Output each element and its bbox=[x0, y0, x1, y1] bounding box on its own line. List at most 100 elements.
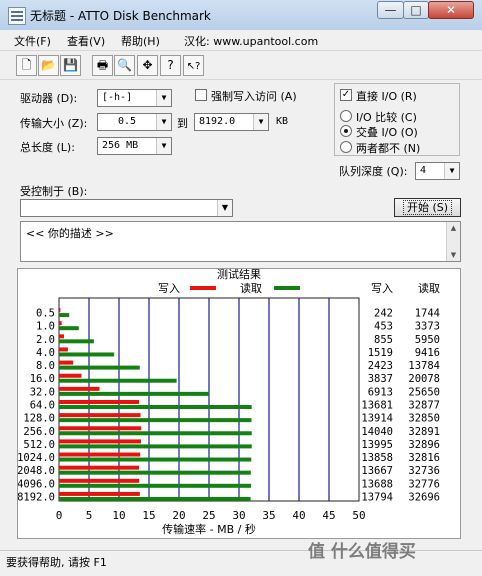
write-value: 13914 bbox=[361, 413, 393, 425]
menu-localization[interactable]: 汉化: www.upantool.com bbox=[184, 33, 318, 49]
read-bar bbox=[59, 339, 94, 344]
print-preview-button[interactable]: 🔍 bbox=[114, 55, 135, 76]
category-label: 256.0 bbox=[23, 426, 55, 438]
menu-file[interactable]: 文件(F) bbox=[14, 33, 51, 49]
write-bar bbox=[59, 452, 141, 457]
write-bar bbox=[59, 413, 141, 418]
transfer-size-from-select[interactable]: 0.5 ▼ bbox=[97, 113, 172, 131]
write-value: 2423 bbox=[368, 360, 393, 372]
read-bar bbox=[59, 352, 115, 357]
category-label: 4096.0 bbox=[18, 478, 55, 490]
write-bar bbox=[59, 426, 142, 431]
print-icon: 🖶 bbox=[96, 58, 109, 72]
chevron-down-icon: ▼ bbox=[156, 114, 171, 130]
close-button[interactable]: ✕ bbox=[428, 1, 474, 19]
io-compare-radio[interactable] bbox=[340, 110, 352, 122]
maximize-button[interactable]: □ bbox=[403, 1, 429, 19]
move-icon: ✥ bbox=[142, 58, 153, 72]
overlapped-io-label: 交叠 I/O (O) bbox=[356, 126, 418, 139]
category-label: 8.0 bbox=[36, 360, 55, 372]
read-value: 32776 bbox=[408, 478, 440, 490]
title-bar: 无标题 - ATTO Disk Benchmark — □ ✕ bbox=[0, 0, 482, 31]
read-value: 32896 bbox=[408, 439, 440, 451]
write-value: 13688 bbox=[361, 478, 393, 490]
x-tick-label: 30 bbox=[232, 509, 245, 522]
x-tick-label: 45 bbox=[322, 509, 335, 522]
about-button[interactable]: ? bbox=[160, 55, 181, 76]
x-tick-label: 40 bbox=[292, 509, 305, 522]
neither-radio[interactable] bbox=[340, 141, 352, 153]
read-bar bbox=[59, 378, 177, 383]
move-button[interactable]: ✥ bbox=[137, 55, 158, 76]
category-label: 0.5 bbox=[36, 308, 55, 320]
context-help-icon: ↖? bbox=[186, 61, 201, 72]
write-value: 453 bbox=[374, 321, 393, 333]
new-document-icon: 🗋 bbox=[21, 58, 32, 72]
start-button[interactable]: 开始 (S) bbox=[394, 198, 461, 217]
write-value: 13995 bbox=[361, 439, 393, 451]
scroll-down-icon[interactable]: ▼ bbox=[447, 249, 460, 261]
menu-view[interactable]: 查看(V) bbox=[67, 33, 105, 49]
neither-label: 两者都不 (N) bbox=[356, 142, 421, 155]
chart-title: 测试结果 bbox=[217, 269, 261, 281]
open-button[interactable]: 📂 bbox=[38, 55, 59, 76]
write-bar bbox=[59, 321, 62, 326]
force-write-checkbox[interactable] bbox=[195, 89, 207, 101]
read-value: 32816 bbox=[408, 452, 440, 464]
category-label: 16.0 bbox=[30, 373, 55, 385]
read-bar bbox=[59, 470, 251, 475]
queue-depth-select[interactable]: 4 ▼ bbox=[415, 162, 460, 180]
about-icon: ? bbox=[167, 58, 174, 72]
x-tick-label: 10 bbox=[112, 509, 125, 522]
category-label: 4.0 bbox=[36, 347, 55, 359]
overlapped-io-radio[interactable] bbox=[340, 125, 352, 137]
description-textbox[interactable]: << 你的描述 >> ▲ ▼ bbox=[20, 221, 461, 262]
chevron-down-icon: ▼ bbox=[217, 200, 232, 216]
category-label: 64.0 bbox=[30, 400, 55, 412]
chevron-down-icon: ▼ bbox=[444, 163, 459, 179]
results-chart: 测试结果写入 读取 写入 读取 0 5 10 15 20 25 30 35 40 45 50 传输速率 - M… bbox=[18, 269, 440, 536]
legend-write-label: 写入 bbox=[158, 282, 180, 295]
total-length-label: 总长度 (L): bbox=[20, 141, 75, 154]
scroll-up-icon[interactable]: ▲ bbox=[447, 222, 460, 234]
io-compare-label: I/O 比较 (C) bbox=[356, 111, 417, 124]
write-bar bbox=[59, 478, 140, 483]
read-bar bbox=[59, 457, 252, 462]
controlled-by-select[interactable]: ▼ bbox=[20, 199, 233, 217]
status-text: 要获得帮助, 请按 F1 bbox=[6, 556, 107, 569]
read-value: 9416 bbox=[415, 347, 440, 359]
results-panel: 测试结果 写入 读取 写入 读取 0 5 10 15 20 25 30 35 40 45 50 传输速率 - M… bbox=[17, 268, 461, 539]
read-column-header: 读取 bbox=[418, 281, 440, 295]
total-length-select[interactable]: 256 MB ▼ bbox=[97, 137, 172, 155]
new-document-button[interactable]: 🗋 bbox=[16, 55, 37, 76]
save-button[interactable]: 💾 bbox=[60, 55, 81, 76]
print-button[interactable]: 🖶 bbox=[92, 55, 113, 76]
kb-unit-label: KB bbox=[276, 116, 289, 127]
drive-label: 驱动器 (D): bbox=[20, 92, 78, 105]
write-bar bbox=[59, 439, 142, 444]
read-bar bbox=[59, 365, 140, 370]
window-title: 无标题 - ATTO Disk Benchmark bbox=[30, 9, 211, 23]
description-scrollbar[interactable]: ▲ ▼ bbox=[446, 222, 460, 261]
drive-select[interactable]: [-h-] ▼ bbox=[97, 89, 172, 107]
read-bar bbox=[59, 483, 252, 488]
read-value: 25650 bbox=[408, 386, 440, 398]
read-bar bbox=[59, 326, 79, 331]
x-axis-label: 传输速率 - MB / 秒 bbox=[162, 522, 256, 536]
read-bar bbox=[59, 313, 70, 318]
context-help-button[interactable]: ↖? bbox=[183, 55, 204, 76]
minimize-button[interactable]: — bbox=[377, 1, 404, 19]
chevron-down-icon: ▼ bbox=[156, 138, 171, 154]
write-value: 13858 bbox=[361, 452, 393, 464]
read-bar bbox=[59, 431, 252, 436]
read-value: 32696 bbox=[408, 491, 440, 503]
force-write-label: 强制写入访问 (A) bbox=[211, 90, 297, 103]
read-bar bbox=[59, 391, 210, 396]
category-label: 2048.0 bbox=[18, 465, 55, 477]
transfer-size-to-select[interactable]: 8192.0 ▼ bbox=[194, 113, 269, 131]
category-label: 32.0 bbox=[30, 386, 55, 398]
read-value: 13784 bbox=[408, 360, 440, 372]
write-value: 13794 bbox=[361, 491, 393, 503]
read-value: 32891 bbox=[408, 426, 440, 438]
menu-help[interactable]: 帮助(H) bbox=[121, 33, 160, 49]
